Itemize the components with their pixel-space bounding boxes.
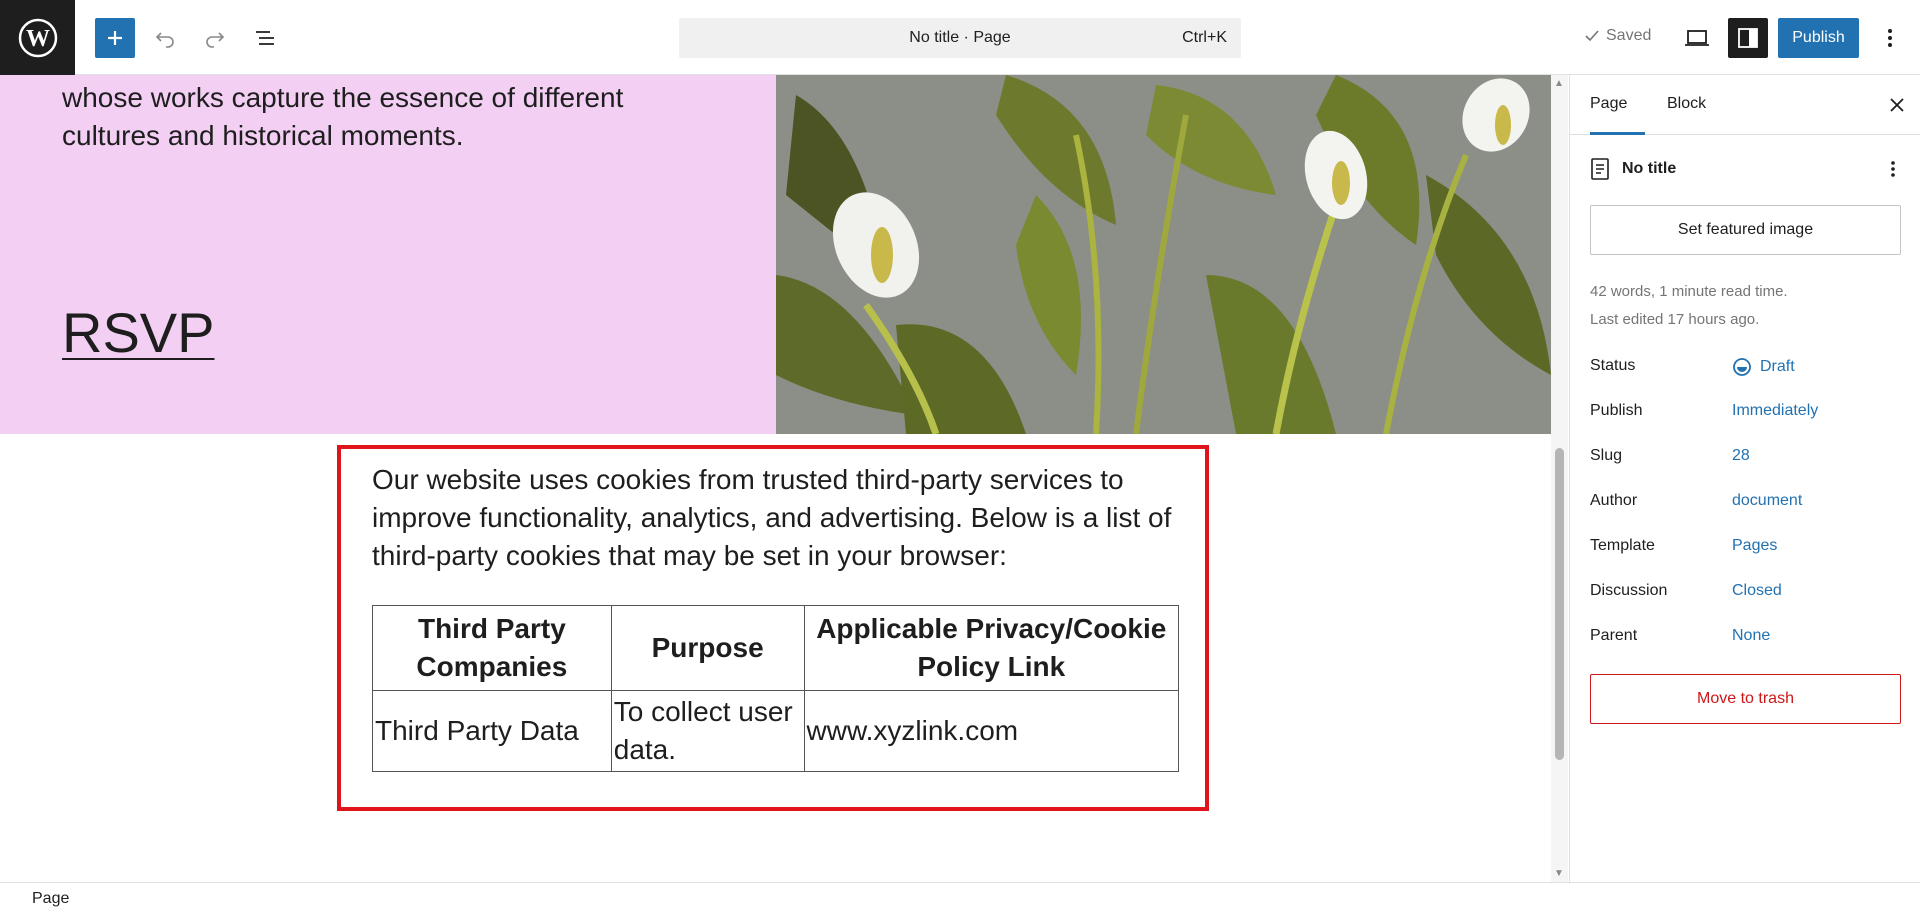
editor-header: W No title · Page Ctrl+K Saved Publish <box>0 0 1920 75</box>
post-title: No title <box>1622 160 1677 177</box>
active-tab-indicator <box>1590 132 1645 135</box>
cover-block[interactable]: whose works capture the essence of diffe… <box>0 75 776 434</box>
table-header-cell[interactable]: Applicable Privacy/Cookie Policy Link <box>803 605 1180 691</box>
wordpress-logo-button[interactable]: W <box>0 0 75 75</box>
more-vertical-icon <box>1888 29 1892 47</box>
rsvp-link[interactable]: RSVP <box>62 300 215 365</box>
publish-button[interactable]: Publish <box>1778 18 1859 58</box>
last-edited: Last edited 17 hours ago. <box>1590 311 1760 328</box>
post-summary-header: No title <box>1590 157 1905 181</box>
move-to-trash-button[interactable]: Move to trash <box>1590 674 1901 724</box>
sidebar-icon <box>1738 28 1758 48</box>
desktop-icon <box>1685 30 1709 46</box>
options-button[interactable] <box>1870 18 1910 58</box>
undo-button[interactable] <box>145 18 185 58</box>
saved-status: Saved <box>1584 27 1651 45</box>
plus-icon <box>108 31 122 45</box>
table-row: Third Party Data To collect user data. w… <box>372 690 1180 772</box>
command-palette-bar[interactable]: No title · Page Ctrl+K <box>679 18 1241 58</box>
cookie-paragraph[interactable]: Our website uses cookies from trusted th… <box>372 461 1192 575</box>
canvas-scrollbar[interactable]: ▲ ▼ <box>1551 75 1568 882</box>
field-label: Slug <box>1590 447 1623 464</box>
field-label: Template <box>1590 537 1655 554</box>
settings-sidebar: Page Block No title Set featured image 4… <box>1569 75 1920 882</box>
check-icon <box>1585 30 1599 42</box>
template-value[interactable]: Pages <box>1732 537 1777 555</box>
scroll-up-arrow-icon[interactable]: ▲ <box>1554 78 1564 89</box>
document-title: No title · Page <box>909 29 1011 46</box>
scroll-down-arrow-icon[interactable]: ▼ <box>1554 868 1564 879</box>
field-author: Author document <box>1590 490 1905 514</box>
field-label: Discussion <box>1590 582 1668 599</box>
editor-footer: Page <box>0 882 1920 912</box>
scroll-thumb[interactable] <box>1555 448 1564 760</box>
redo-button[interactable] <box>195 18 235 58</box>
post-meta-info: 42 words, 1 minute read time. Last edite… <box>1590 278 1788 334</box>
field-label: Publish <box>1590 402 1643 419</box>
table-header-cell[interactable]: Purpose <box>610 605 805 691</box>
preview-button[interactable] <box>1677 18 1717 58</box>
draft-status-icon <box>1733 358 1751 376</box>
shortcut-hint: Ctrl+K <box>1182 29 1227 46</box>
word-count: 42 words, 1 minute read time. <box>1590 283 1788 300</box>
table-cell[interactable]: www.xyzlink.com <box>803 690 1180 772</box>
field-slug: Slug 28 <box>1590 445 1905 469</box>
set-featured-image-button[interactable]: Set featured image <box>1590 205 1901 255</box>
cover-paragraph[interactable]: whose works capture the essence of diffe… <box>62 79 682 155</box>
close-settings-button[interactable] <box>1885 93 1909 117</box>
field-publish: Publish Immediately <box>1590 400 1905 424</box>
sidebar-tabs: Page Block <box>1570 75 1920 135</box>
slug-value[interactable]: 28 <box>1732 447 1750 465</box>
calla-lily-illustration <box>776 75 1551 434</box>
tab-page[interactable]: Page <box>1590 95 1627 113</box>
page-icon <box>1591 158 1609 180</box>
field-discussion: Discussion Closed <box>1590 580 1905 604</box>
field-label: Parent <box>1590 627 1638 644</box>
publish-date-value[interactable]: Immediately <box>1732 402 1818 420</box>
field-template: Template Pages <box>1590 535 1905 559</box>
table-cell[interactable]: Third Party Data <box>372 690 612 772</box>
field-label: Author <box>1590 492 1638 509</box>
parent-value[interactable]: None <box>1732 627 1770 645</box>
cookie-table[interactable]: Third Party Companies Purpose Applicable… <box>372 605 1180 772</box>
wordpress-icon: W <box>18 18 57 57</box>
discussion-value[interactable]: Closed <box>1732 582 1782 600</box>
settings-button[interactable] <box>1728 18 1768 58</box>
more-vertical-icon <box>1891 161 1895 177</box>
flower-image[interactable] <box>776 75 1551 434</box>
redo-icon <box>206 32 225 48</box>
svg-text:W: W <box>26 26 50 52</box>
undo-icon <box>155 32 174 48</box>
add-block-button[interactable] <box>95 18 135 58</box>
status-value[interactable]: Draft <box>1732 357 1795 377</box>
tab-block[interactable]: Block <box>1667 95 1706 113</box>
field-parent: Parent None <box>1590 625 1905 649</box>
saved-label: Saved <box>1606 27 1652 44</box>
field-label: Status <box>1590 357 1636 374</box>
author-value[interactable]: document <box>1732 492 1802 510</box>
table-header-cell[interactable]: Third Party Companies <box>372 605 612 691</box>
close-icon <box>1890 98 1904 112</box>
post-actions-button[interactable] <box>1881 157 1905 181</box>
status-text[interactable]: Draft <box>1760 358 1795 376</box>
breadcrumb[interactable]: Page <box>32 890 69 908</box>
table-header-row: Third Party Companies Purpose Applicable… <box>372 605 1180 691</box>
list-view-icon <box>256 31 274 45</box>
field-status: Status Draft <box>1590 355 1905 379</box>
table-cell[interactable]: To collect user data. <box>610 690 805 772</box>
document-overview-button[interactable] <box>245 18 285 58</box>
